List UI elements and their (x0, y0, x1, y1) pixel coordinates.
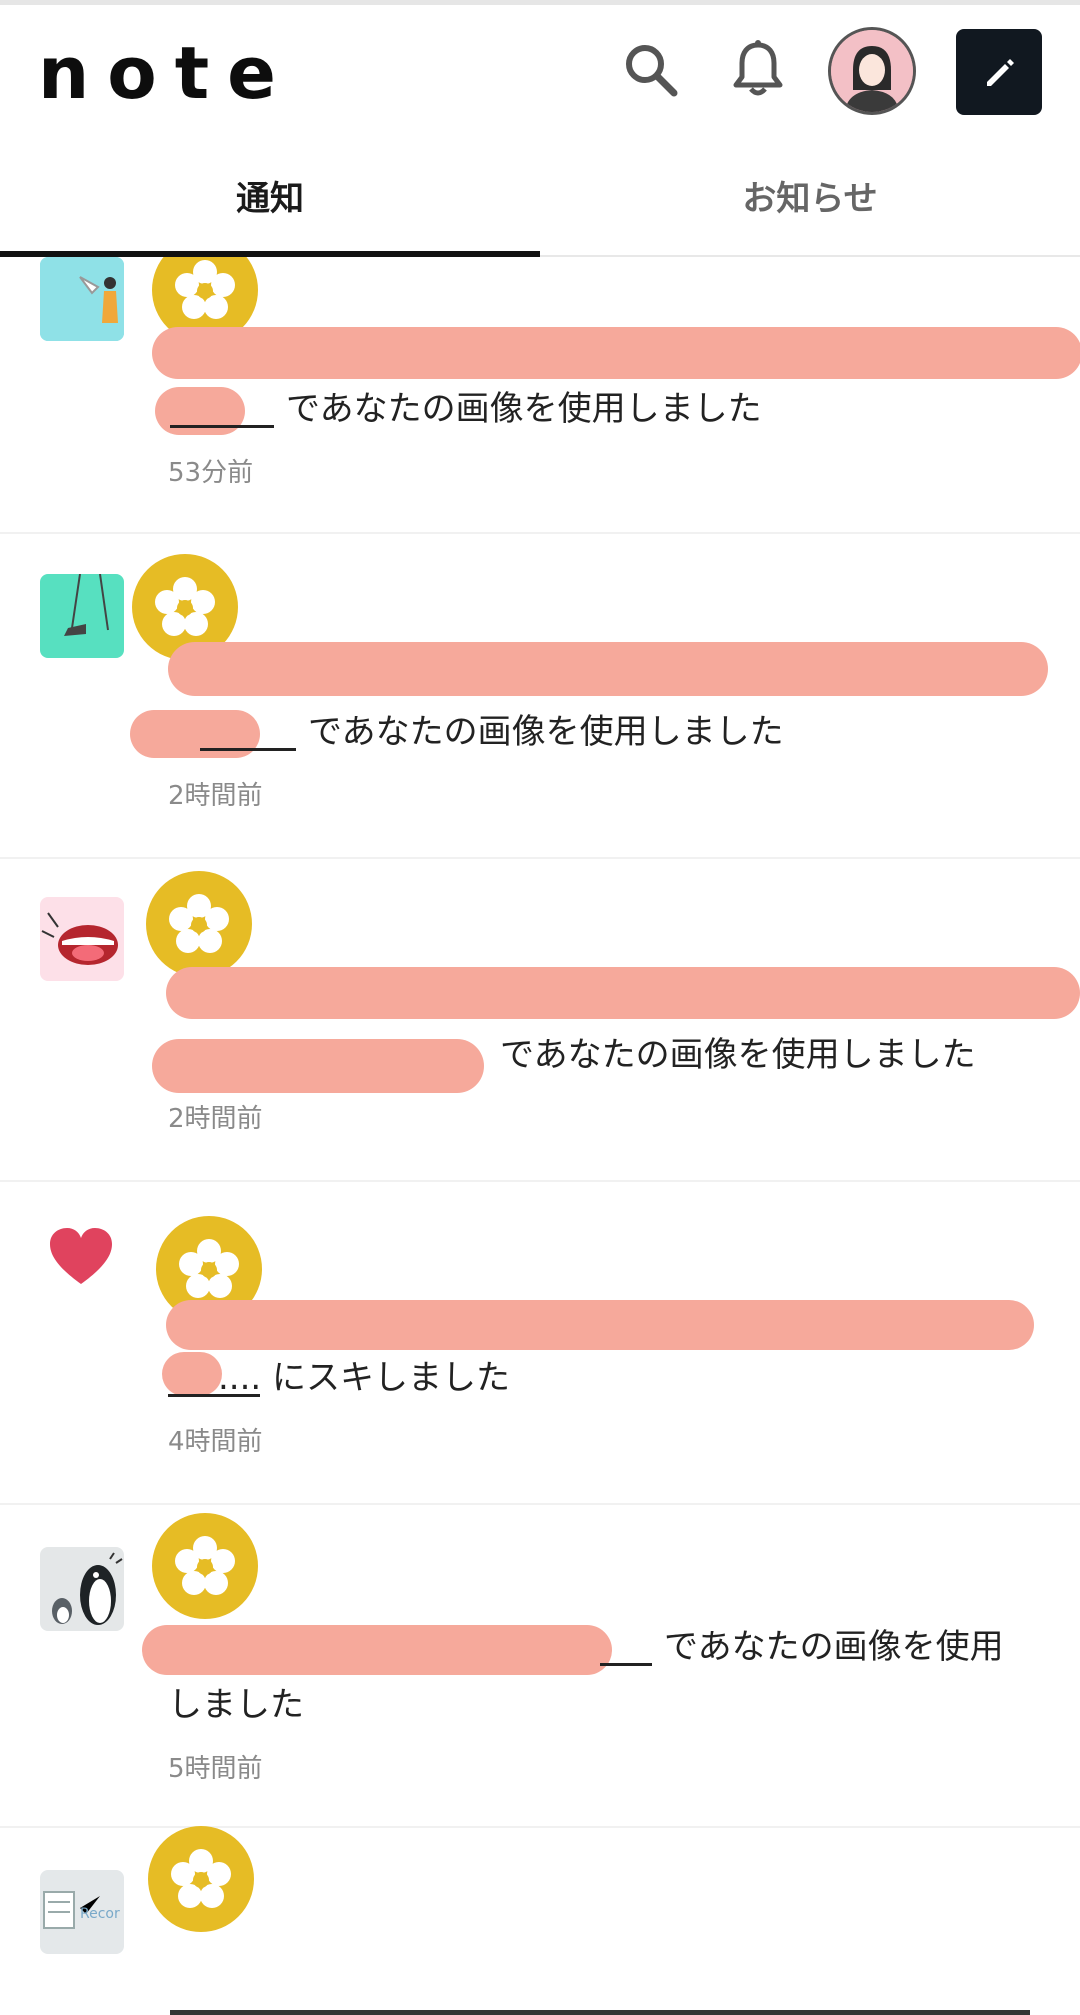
notification-item[interactable]: であなたの画像を使用 しました 5時間前 (0, 1503, 1080, 1828)
notification-text-continued: しました (168, 1685, 304, 1725)
notification-text: であなたの画像を使用しました (286, 389, 762, 429)
notification-time: 4時間前 (168, 1427, 263, 1457)
app-header: note (0, 5, 1080, 135)
notification-text: であなたの画像を使用しました (308, 712, 784, 752)
notification-text: であなたの画像を使用しました (500, 1035, 976, 1075)
notification-tabs: 通知 お知らせ (0, 135, 1080, 257)
redacted-text (152, 327, 1080, 379)
shoe-thumbnail (40, 574, 124, 658)
creator-badge (152, 1513, 258, 1619)
redacted-text (166, 967, 1080, 1019)
notification-item[interactable]: .... にスキしました 4時間前 (0, 1180, 1080, 1505)
notification-time: 2時間前 (168, 781, 263, 811)
search-icon[interactable] (622, 41, 680, 99)
record-thumbnail: Recor (40, 1870, 124, 1954)
megaphone-thumbnail (40, 257, 124, 341)
redacted-text (142, 1625, 612, 1675)
link-underline (168, 1394, 260, 1397)
mouth-thumbnail (40, 897, 124, 981)
note-logo[interactable]: note (38, 30, 294, 116)
svg-text:Recor: Recor (80, 1906, 120, 1922)
notification-item[interactable]: であなたの画像を使用しました 2時間前 (0, 857, 1080, 1182)
notification-text: にスキしました (272, 1358, 510, 1398)
tab-notifications[interactable]: 通知 (0, 135, 540, 255)
notification-text: であなたの画像を使用 (664, 1627, 1004, 1667)
notification-item[interactable]: Recor (0, 1826, 1080, 2015)
link-underline (600, 1663, 652, 1666)
notification-item[interactable]: であなたの画像を使用しました 53分前 (0, 257, 1080, 534)
redacted-text (168, 642, 1048, 696)
link-underline (170, 425, 274, 428)
creator-badge (148, 1826, 254, 1932)
notification-item[interactable]: であなたの画像を使用しました 2時間前 (0, 534, 1080, 859)
redacted-text (152, 1039, 484, 1093)
flower-icon (175, 260, 235, 319)
pencil-icon (987, 59, 1014, 86)
link-underline (200, 748, 296, 751)
redacted-text (166, 1300, 1034, 1350)
flower-icon (155, 577, 215, 636)
flower-icon (169, 894, 229, 953)
compose-button[interactable] (956, 29, 1042, 115)
cut-off-text-line (170, 2010, 1030, 2015)
tab-news[interactable]: お知らせ (540, 135, 1080, 255)
flower-icon (171, 1849, 231, 1908)
bell-icon[interactable] (728, 39, 788, 101)
creator-badge (146, 871, 252, 977)
notification-time: 2時間前 (168, 1104, 263, 1134)
flower-icon (179, 1239, 239, 1298)
penguin-thumbnail (40, 1547, 124, 1631)
notification-time: 53分前 (168, 458, 254, 488)
notification-time: 5時間前 (168, 1754, 263, 1784)
redacted-text (162, 1352, 222, 1396)
flower-icon (175, 1536, 235, 1595)
heart-icon (46, 1222, 116, 1292)
user-avatar[interactable] (828, 27, 916, 115)
